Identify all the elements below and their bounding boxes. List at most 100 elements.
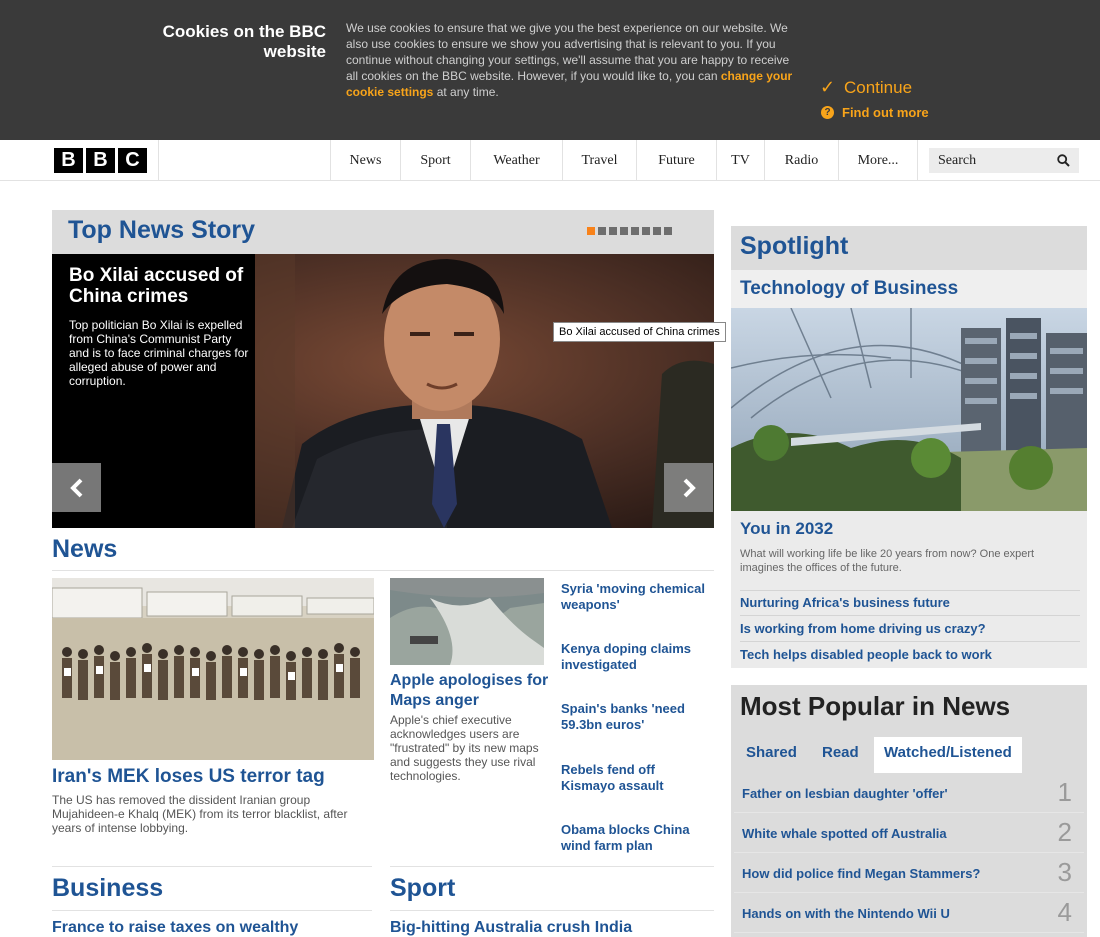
- sport-divider-top: [390, 866, 714, 867]
- search-icon[interactable]: [1057, 154, 1070, 167]
- carousel-next-button[interactable]: [664, 463, 713, 512]
- logo-letter-b1: B: [54, 148, 83, 173]
- carousel-pager: [587, 227, 672, 235]
- iran-mek-photo: [52, 578, 374, 760]
- sport-headline[interactable]: Big-hitting Australia crush India: [390, 919, 632, 937]
- news-link-3[interactable]: Spain's banks 'need 59.3bn euros': [561, 701, 711, 733]
- spotlight-divider: [740, 590, 1080, 591]
- spotlight-header: Spotlight: [731, 226, 1087, 270]
- nav-item-tv[interactable]: TV: [716, 140, 764, 181]
- nav-item-radio[interactable]: Radio: [764, 140, 838, 181]
- spotlight-headline[interactable]: You in 2032: [740, 519, 833, 539]
- nav-item-travel[interactable]: Travel: [562, 140, 636, 181]
- apple-maps-photo: [390, 578, 544, 665]
- news-main-summary: The US has removed the dissident Iranian…: [52, 793, 348, 835]
- carousel-dot[interactable]: [587, 227, 595, 235]
- news-secondary-image[interactable]: [390, 578, 544, 665]
- list-item[interactable]: White whale spotted off Australia 2: [734, 813, 1084, 853]
- spotlight-title: Spotlight: [740, 232, 849, 260]
- most-popular-item-rank: 4: [1057, 897, 1072, 927]
- news-secondary-summary: Apple's chief executive acknowledges use…: [390, 713, 539, 783]
- cookie-continue-label: Continue: [844, 77, 913, 97]
- list-item[interactable]: Hands on with the Nintendo Wii U 4: [734, 893, 1084, 933]
- business-section-title[interactable]: Business: [52, 874, 163, 903]
- carousel-dot[interactable]: [642, 227, 650, 235]
- nav-item-more[interactable]: More...: [838, 140, 918, 181]
- most-popular-item-rank: 1: [1057, 777, 1072, 807]
- sport-divider: [390, 910, 714, 911]
- cookie-banner: Cookies on the BBC website We use cookie…: [0, 0, 1100, 140]
- carousel-previous-button[interactable]: [52, 463, 101, 512]
- bbc-logo[interactable]: B B C: [54, 148, 147, 173]
- most-popular-item-rank: 3: [1057, 857, 1072, 887]
- most-popular-title: Most Popular in News: [740, 691, 1011, 721]
- global-navigation: B B C News Sport Weather Travel Future T…: [0, 140, 1100, 181]
- news-link-5[interactable]: Obama blocks China wind farm plan: [561, 822, 711, 854]
- nav-divider: [158, 140, 159, 181]
- cookie-find-out-more-label: Find out more: [842, 105, 929, 120]
- spotlight-subheader: Technology of Business: [731, 270, 1087, 308]
- checkmark-icon: ✓: [820, 77, 836, 97]
- business-divider-top: [52, 866, 372, 867]
- carousel-dot[interactable]: [598, 227, 606, 235]
- tab-shared[interactable]: Shared: [746, 737, 797, 773]
- carousel-dot[interactable]: [653, 227, 661, 235]
- most-popular-item-title: Father on lesbian daughter 'offer': [742, 786, 948, 801]
- spotlight-link-1[interactable]: Nurturing Africa's business future: [740, 595, 1080, 610]
- carousel-dot[interactable]: [631, 227, 639, 235]
- spotlight-subtitle[interactable]: Technology of Business: [740, 278, 958, 300]
- top-news-story-title: Top News Story: [68, 216, 256, 244]
- news-section-title[interactable]: News: [52, 535, 117, 564]
- tab-read[interactable]: Read: [822, 737, 859, 773]
- carousel-dot[interactable]: [620, 227, 628, 235]
- most-popular-item-title: White whale spotted off Australia: [742, 826, 947, 841]
- most-popular-item-title: How did police find Megan Stammers?: [742, 866, 981, 881]
- news-secondary-headline[interactable]: Apple apologises for Maps anger: [390, 671, 550, 711]
- chevron-left-icon: [69, 478, 82, 497]
- question-icon: ?: [821, 106, 834, 119]
- cookie-banner-text: We use cookies to ensure that we give yo…: [346, 20, 794, 100]
- news-link-4[interactable]: Rebels fend off Kismayo assault: [561, 762, 711, 794]
- top-story-headline[interactable]: Bo Xilai accused of China crimes: [69, 265, 249, 307]
- nav-item-sport[interactable]: Sport: [400, 140, 470, 181]
- most-popular-panel: Most Popular in News Shared Read Watched…: [731, 685, 1087, 937]
- nav-item-future[interactable]: Future: [636, 140, 716, 181]
- cookie-continue-button[interactable]: ✓ Continue: [820, 77, 912, 98]
- logo-letter-b2: B: [86, 148, 115, 173]
- spotlight-image[interactable]: [731, 308, 1087, 511]
- image-tooltip: Bo Xilai accused of China crimes: [553, 322, 726, 342]
- spotlight-divider: [740, 641, 1080, 642]
- news-main-headline[interactable]: Iran's MEK loses US terror tag: [52, 766, 382, 788]
- most-popular-item-title: Hands on with the Nintendo Wii U: [742, 906, 950, 921]
- carousel-dot[interactable]: [609, 227, 617, 235]
- most-popular-item-rank: 2: [1057, 817, 1072, 847]
- search-input[interactable]: Search: [929, 148, 1079, 173]
- logo-letter-c: C: [118, 148, 147, 173]
- business-headline[interactable]: France to raise taxes on wealthy: [52, 919, 298, 937]
- spotlight-summary: What will working life be like 20 years …: [740, 548, 1035, 574]
- carousel-dot[interactable]: [664, 227, 672, 235]
- spotlight-link-3[interactable]: Tech helps disabled people back to work: [740, 647, 1080, 662]
- spotlight-body: You in 2032 What will working life be li…: [731, 511, 1087, 668]
- cookie-banner-title: Cookies on the BBC website: [162, 22, 326, 61]
- spotlight-divider: [740, 615, 1080, 616]
- top-news-story-header: Top News Story: [52, 210, 714, 254]
- business-divider: [52, 910, 372, 911]
- news-link-1[interactable]: Syria 'moving chemical weapons': [561, 581, 711, 613]
- future-office-illustration: [731, 308, 1087, 511]
- top-story-image[interactable]: Bo Xilai accused of China crimes Top pol…: [52, 254, 714, 528]
- spotlight-link-2[interactable]: Is working from home driving us crazy?: [740, 621, 1080, 636]
- news-main-image[interactable]: [52, 578, 374, 760]
- list-item[interactable]: Father on lesbian daughter 'offer' 1: [734, 773, 1084, 813]
- tab-watched-listened[interactable]: Watched/Listened: [874, 737, 1022, 773]
- cookie-find-out-more-link[interactable]: ? Find out more: [821, 105, 929, 120]
- sport-section-title[interactable]: Sport: [390, 874, 455, 903]
- news-divider: [52, 570, 714, 571]
- list-item[interactable]: How did police find Megan Stammers? 3: [734, 853, 1084, 893]
- nav-item-news[interactable]: News: [330, 140, 400, 181]
- nav-item-weather[interactable]: Weather: [470, 140, 562, 181]
- top-story-summary: Top politician Bo Xilai is expelled from…: [69, 318, 249, 388]
- search-label: Search: [938, 152, 977, 168]
- cookie-text-after: at any time.: [433, 85, 499, 99]
- news-link-2[interactable]: Kenya doping claims investigated: [561, 641, 711, 673]
